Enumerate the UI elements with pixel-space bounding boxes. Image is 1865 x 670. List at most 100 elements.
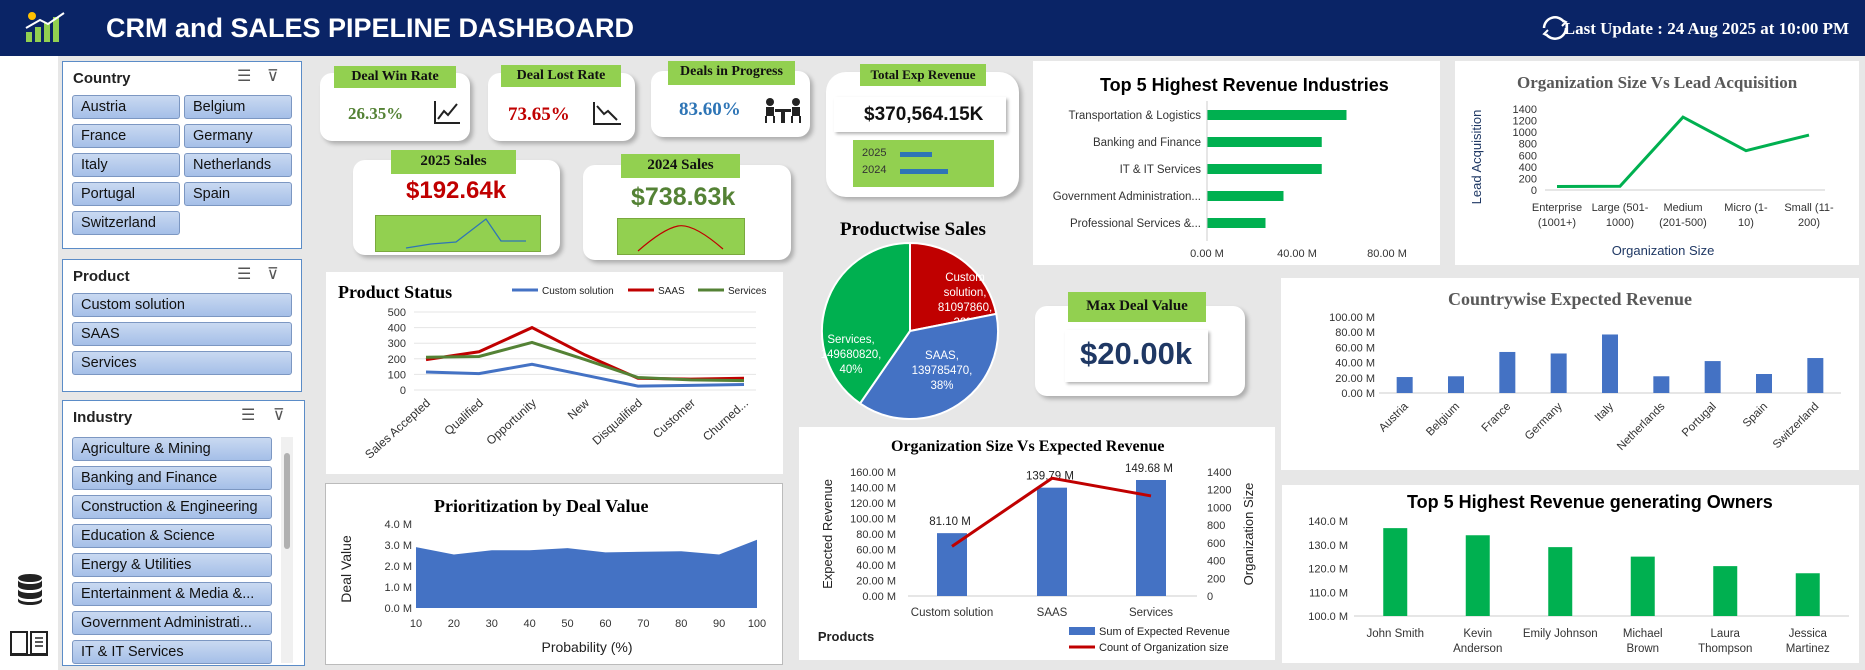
top5-owners-chart: 100.0 M 110.0 M 120.0 M 130.0 M 140.0 M John … bbox=[1308, 516, 1849, 655]
total-exp-revenue-value: $370,564.15K bbox=[864, 104, 984, 125]
x-tick-label: Spain bbox=[1741, 401, 1770, 430]
x-tick-label: Netherlands bbox=[1615, 400, 1668, 453]
x-tick-label: 50 bbox=[561, 618, 573, 630]
legend-swatch bbox=[1069, 627, 1095, 635]
bar bbox=[1037, 487, 1067, 596]
series-line-custom-solution bbox=[425, 362, 745, 388]
revenue-year-bars: 2025 2024 bbox=[853, 140, 994, 187]
country-slicer: Country ☰ ⊽ Austria Belgium France Germa… bbox=[62, 61, 302, 249]
page-title: CRM and SALES PIPELINE DASHBOARD bbox=[106, 13, 635, 43]
win-rate-label: Deal Win Rate bbox=[334, 66, 456, 88]
y-tick-label: 100.00 M bbox=[1329, 312, 1375, 324]
slicer-item-italy[interactable]: Italy bbox=[72, 153, 180, 177]
x-tick-label: 80 bbox=[675, 618, 687, 630]
y-tick-label: 0.00 M bbox=[1341, 388, 1375, 400]
slicer-item-switzerland[interactable]: Switzerland bbox=[72, 211, 180, 235]
slicer-item-industry[interactable]: Government Administrati... bbox=[72, 611, 272, 635]
x-tick-label: 20 bbox=[448, 618, 460, 630]
x-tick-label: Belgium bbox=[1424, 401, 1462, 439]
multi-select-icon[interactable]: ☰ bbox=[241, 405, 255, 425]
x-tick-label: Disqualified bbox=[590, 396, 645, 448]
slicer-item-spain[interactable]: Spain bbox=[184, 182, 292, 206]
series-line-saas bbox=[425, 325, 745, 381]
y-tick-label: 0.00 M bbox=[862, 591, 896, 603]
product-slicer-title: Product bbox=[73, 268, 130, 285]
x-tick-label: Services bbox=[1129, 607, 1173, 619]
slicer-item-industry[interactable]: Construction & Engineering bbox=[72, 495, 272, 519]
y-tick-label: 20.00 M bbox=[856, 576, 896, 588]
slicer-item-france[interactable]: France bbox=[72, 124, 180, 148]
bar bbox=[1548, 547, 1573, 616]
y2-tick-label: 200 bbox=[1207, 573, 1225, 585]
bar-data-label: 149.68 M bbox=[1125, 463, 1173, 475]
meeting-icon bbox=[762, 96, 804, 129]
slicer-item-netherlands[interactable]: Netherlands bbox=[184, 153, 292, 177]
bar bbox=[1499, 351, 1516, 393]
y-tick-label: 1000 bbox=[1513, 127, 1537, 139]
slicer-item-belgium[interactable]: Belgium bbox=[184, 95, 292, 119]
y-tick-label: 110.0 M bbox=[1309, 587, 1348, 599]
slicer-item-industry[interactable]: Energy & Utilities bbox=[72, 553, 272, 577]
slicer-item-industry[interactable]: IT & IT Services bbox=[72, 640, 272, 664]
slicer-item-saas[interactable]: SAAS bbox=[72, 322, 292, 346]
x-tick-label: Customer bbox=[650, 396, 698, 441]
bar bbox=[1550, 353, 1567, 393]
y-tick-label: 400 bbox=[388, 323, 406, 335]
org-revenue-chart: 0.00 M 20.00 M 40.00 M 60.00 M 80.00 M 100.00… bbox=[818, 463, 1256, 654]
x-tick-label: 1000) bbox=[1606, 217, 1634, 229]
clear-filter-icon[interactable]: ⊽ bbox=[267, 66, 279, 86]
x-axis-title: Probability (%) bbox=[541, 639, 632, 655]
pie-data-label: SAAS, bbox=[925, 350, 959, 362]
bar bbox=[1448, 376, 1464, 393]
x-tick-label: Anderson bbox=[1453, 643, 1502, 655]
legend-label: Sum of Expected Revenue bbox=[1099, 626, 1230, 638]
y-tick-label: 100.0 M bbox=[1308, 611, 1348, 623]
sales-2024-value: $738.63k bbox=[631, 183, 736, 211]
slicer-item-services[interactable]: Services bbox=[72, 351, 292, 375]
x-tick-label: Enterprise bbox=[1532, 202, 1582, 214]
bar bbox=[1602, 334, 1618, 393]
database-icon[interactable] bbox=[14, 572, 46, 606]
multi-select-icon[interactable]: ☰ bbox=[237, 66, 251, 86]
x-tick-label: Qualified bbox=[441, 396, 486, 438]
lost-rate-value: 73.65% bbox=[508, 104, 570, 125]
scrollbar-thumb[interactable] bbox=[284, 453, 290, 549]
slicer-item-industry[interactable]: Agriculture & Mining bbox=[72, 437, 272, 461]
clear-filter-icon[interactable]: ⊽ bbox=[273, 405, 285, 425]
bar bbox=[1795, 573, 1820, 616]
y-tick-label: 120.0 M bbox=[1308, 564, 1348, 576]
slicer-item-portugal[interactable]: Portugal bbox=[72, 182, 180, 206]
slicer-item-industry[interactable]: Banking and Finance bbox=[72, 466, 272, 490]
series-line bbox=[1556, 115, 1810, 189]
bar bbox=[1207, 137, 1322, 147]
clear-filter-icon[interactable]: ⊽ bbox=[267, 264, 279, 284]
y-tick-label: 100.00 M bbox=[850, 514, 896, 526]
bar bbox=[1756, 374, 1772, 393]
bar-data-label: 81.10 M bbox=[929, 516, 971, 528]
slicer-item-austria[interactable]: Austria bbox=[72, 95, 180, 119]
lost-rate-label: Deal Lost Rate bbox=[501, 65, 621, 87]
book-icon[interactable] bbox=[8, 628, 50, 658]
x-tick-label: Thompson bbox=[1698, 643, 1752, 655]
x-tick-label: 200) bbox=[1798, 217, 1820, 229]
x-tick-label: 10 bbox=[410, 618, 422, 630]
y-tick-label: 160.00 M bbox=[850, 467, 896, 479]
slicer-item-industry[interactable]: Entertainment & Media &... bbox=[72, 582, 272, 606]
org-lead-chart: 0200400600800100012001400 Enterprise (1001… bbox=[1469, 104, 1834, 258]
slicer-item-industry[interactable]: Education & Science bbox=[72, 524, 272, 548]
y-tick-label: 140.0 M bbox=[1308, 516, 1348, 528]
top5-industries-chart: Transportation & Logistics Banking and Fi… bbox=[1053, 101, 1407, 260]
bar bbox=[1630, 556, 1655, 616]
growth-chart-icon bbox=[24, 10, 68, 44]
multi-select-icon[interactable]: ☰ bbox=[237, 264, 251, 284]
x-tick-label: 70 bbox=[637, 618, 649, 630]
x-tick-label: 80.00 M bbox=[1367, 248, 1407, 260]
bar bbox=[1704, 361, 1721, 393]
y-tick-label: 0.0 M bbox=[384, 603, 412, 615]
x-tick-label: Italy bbox=[1593, 400, 1617, 424]
x-tick-label: Medium bbox=[1663, 202, 1702, 214]
slicer-item-germany[interactable]: Germany bbox=[184, 124, 292, 148]
x-tick-label: Austria bbox=[1377, 400, 1411, 434]
slicer-item-custom-solution[interactable]: Custom solution bbox=[72, 293, 292, 317]
x-axis-title: Organization Size bbox=[1612, 243, 1715, 258]
